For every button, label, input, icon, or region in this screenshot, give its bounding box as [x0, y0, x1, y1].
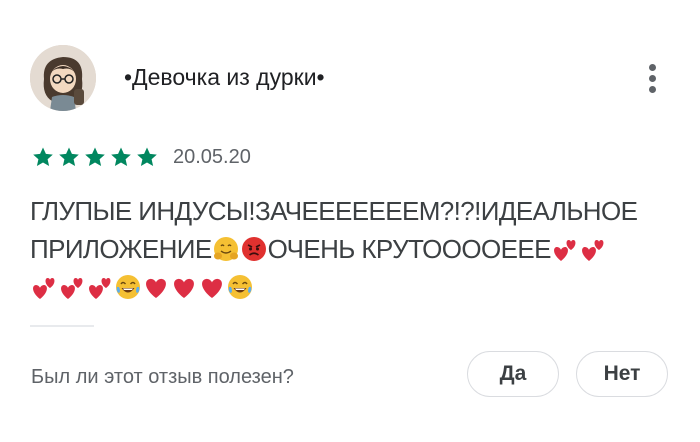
two-hearts-emoji-icon [580, 236, 606, 262]
avatar-image [30, 45, 96, 111]
tears-of-joy-emoji-icon [115, 274, 141, 300]
review-text-line-1: ГЛУПЫЕ ИНДУСЫ!ЗАЧЕЕЕЕЕЕЕМ?!?!ИДЕАЛЬНОЕ [30, 196, 638, 226]
red-heart-emoji-icon [199, 274, 225, 300]
review-text-line-3 [30, 268, 680, 306]
two-hearts-emoji-icon [59, 274, 85, 300]
hugging-face-emoji-icon [213, 236, 239, 262]
star-icon [137, 147, 157, 166]
helpful-question: Был ли этот отзыв полезен? [31, 366, 294, 388]
divider [30, 325, 94, 327]
tears-of-joy-emoji-icon [227, 274, 253, 300]
star-icon [111, 147, 131, 166]
star-icon [33, 147, 53, 166]
star-icon [59, 147, 79, 166]
angry-face-emoji-icon [241, 236, 267, 262]
red-heart-emoji-icon [143, 274, 169, 300]
star-icon [85, 147, 105, 166]
reviewer-avatar [30, 45, 96, 111]
review-text: ГЛУПЫЕ ИНДУСЫ!ЗАЧЕЕЕЕЕЕЕМ?!?!ИДЕАЛЬНОЕ П… [30, 192, 680, 306]
review-text-segment: ОЧЕНЬ КРУТООООЕЕЕ [267, 234, 552, 264]
red-heart-emoji-icon [171, 274, 197, 300]
star-rating [31, 145, 159, 169]
reviewer-name: •Девочка из дурки• [124, 64, 325, 90]
review-text-line-2: ПРИЛОЖЕНИЕ ОЧЕНЬ КРУТООООЕЕЕ [30, 230, 680, 268]
review-date: 20.05.20 [173, 146, 251, 168]
more-options-icon[interactable] [640, 60, 666, 96]
review-text-segment: ПРИЛОЖЕНИЕ [30, 234, 212, 264]
two-hearts-emoji-icon [31, 274, 57, 300]
two-hearts-emoji-icon [552, 236, 578, 262]
two-hearts-emoji-icon [87, 274, 113, 300]
helpful-no-button[interactable]: Нет [576, 351, 668, 397]
helpful-yes-button[interactable]: Да [467, 351, 559, 397]
